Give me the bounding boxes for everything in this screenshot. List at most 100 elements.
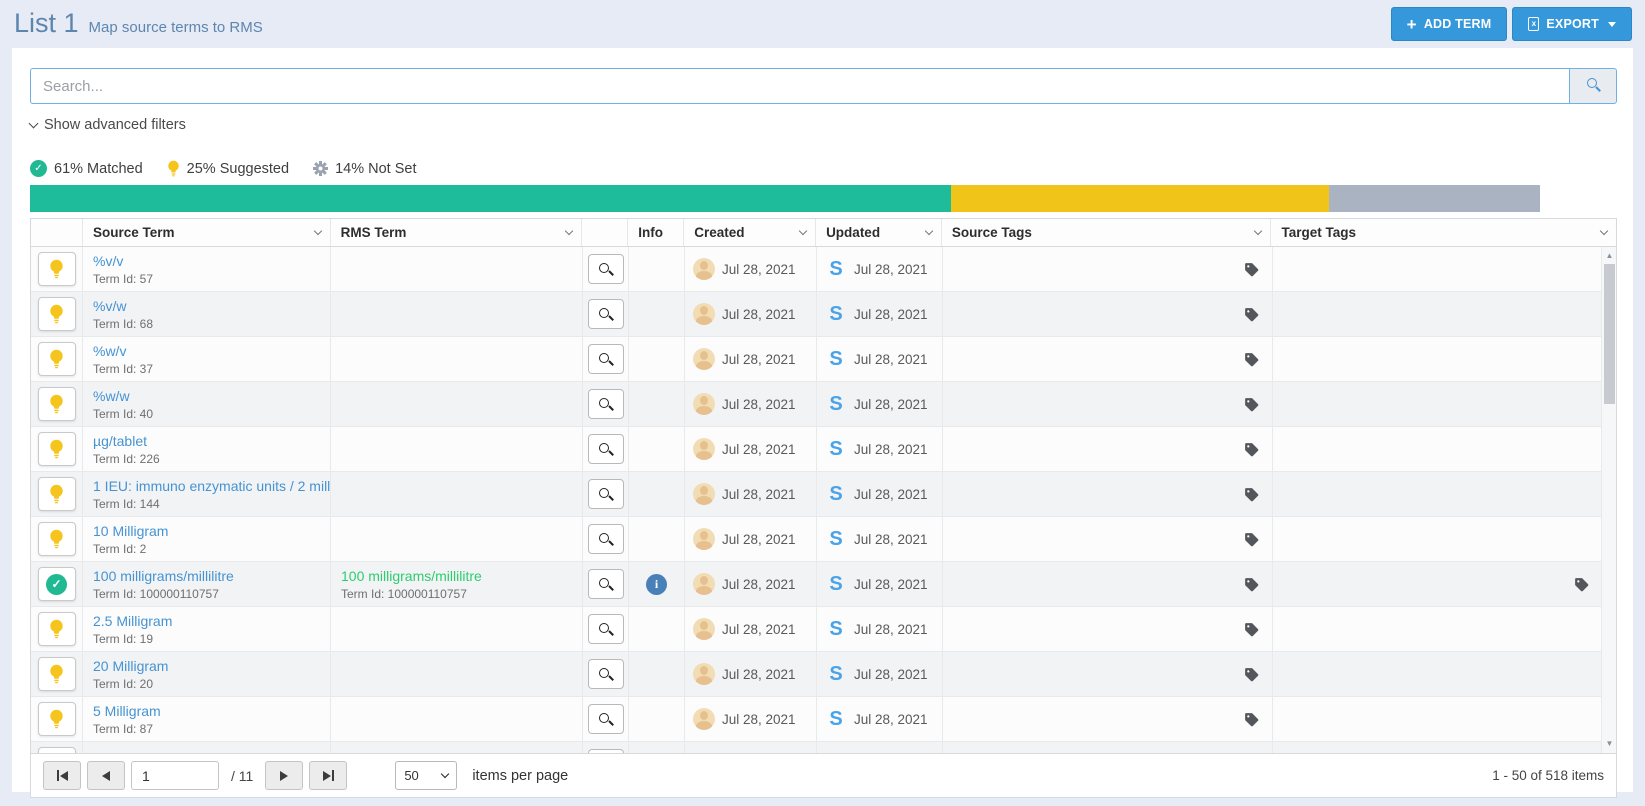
avatar-icon [693,483,715,505]
source-term-link[interactable]: 10 Milligram [93,523,168,539]
not-set-label: 14% Not Set [335,161,416,177]
status-button[interactable]: ✓ [38,657,76,691]
sort-chevron-icon[interactable] [1600,227,1608,235]
source-tag-icon[interactable] [1244,712,1259,727]
source-term-link[interactable]: %v/w [93,298,126,314]
source-tag-icon[interactable] [1244,577,1259,592]
source-tag-icon[interactable] [1244,262,1259,277]
title-row: List 1 Map source terms to RMS [14,8,1631,39]
sort-chevron-icon[interactable] [313,227,321,235]
header-source-term[interactable]: Source Term [83,219,331,246]
sort-chevron-icon[interactable] [565,227,573,235]
status-button[interactable]: ✓ [38,297,76,331]
lookup-button[interactable] [588,479,624,509]
avatar-icon [693,258,715,280]
lightbulb-icon [49,484,64,504]
updated-date: Jul 28, 2021 [854,667,928,682]
table-row: ✓ %v/v Term Id: 57 i Jul 28, 2021 S Jul … [31,247,1603,292]
status-button[interactable] [38,747,76,753]
scroll-up-icon[interactable]: ▲ [1602,249,1616,263]
chevron-down-icon [29,118,39,128]
status-button[interactable]: ✓ [38,432,76,466]
source-tag-icon[interactable] [1244,667,1259,682]
source-term-link[interactable]: µg/tablet [93,433,147,449]
vertical-scrollbar[interactable]: ▲ ▼ [1601,247,1616,753]
lightbulb-icon [49,439,64,459]
sort-chevron-icon[interactable] [799,227,807,235]
lookup-button[interactable] [588,434,624,464]
lookup-button[interactable] [588,704,624,734]
lookup-button[interactable] [588,749,624,753]
source-tag-icon[interactable] [1244,532,1259,547]
lookup-button[interactable] [588,569,624,599]
previous-page-button[interactable] [87,761,125,790]
lookup-button[interactable] [588,344,624,374]
created-date: Jul 28, 2021 [722,262,796,277]
source-term-link[interactable]: 1 IEU: immuno enzymatic units / 2 millil… [93,478,331,494]
header-source-tags[interactable]: Source Tags [942,219,1272,246]
source-term-link[interactable]: 2.5 Milligram [93,613,172,629]
info-icon[interactable]: i [646,574,667,595]
pagination-bar: / 11 50 items per page 1 - 50 of 518 ite… [31,753,1616,797]
page-subtitle: Map source terms to RMS [89,19,263,36]
status-button[interactable]: ✓ [38,252,76,286]
status-button[interactable]: ✓ [38,567,76,601]
source-term-link[interactable]: %v/v [93,253,123,269]
magnifier-icon [598,442,613,457]
lightbulb-icon [167,160,180,177]
source-term-link[interactable]: 20 Milligram [93,658,168,674]
source-tag-icon[interactable] [1244,442,1259,457]
status-button[interactable]: ✓ [38,612,76,646]
created-date: Jul 28, 2021 [722,532,796,547]
avatar-icon [693,348,715,370]
next-page-button[interactable] [265,761,303,790]
lookup-button[interactable] [588,299,624,329]
search-input[interactable] [30,68,1569,104]
header-rms-term[interactable]: RMS Term [331,219,583,246]
source-tag-icon[interactable] [1244,307,1259,322]
first-page-button[interactable] [43,761,81,790]
lookup-button[interactable] [588,254,624,284]
lookup-button[interactable] [588,524,624,554]
source-term-link[interactable]: 5 Milligram [93,703,161,719]
scroll-down-icon[interactable]: ▼ [1602,737,1616,751]
header-updated[interactable]: Updated [816,219,942,246]
header-lookup-column [582,219,628,246]
source-term-link[interactable]: 100 milligrams/millilitre [93,568,234,584]
sort-chevron-icon[interactable] [925,227,933,235]
status-button[interactable]: ✓ [38,342,76,376]
header-created[interactable]: Created [684,219,816,246]
page-number-input[interactable] [131,761,219,790]
progress-suggested [951,185,1329,212]
lookup-button[interactable] [588,614,624,644]
source-tag-icon[interactable] [1244,487,1259,502]
table-row: ✓ 1 IEU: immuno enzymatic units / 2 mill… [31,472,1603,517]
excel-file-icon: x [1528,17,1539,31]
source-tag-icon[interactable] [1244,352,1259,367]
table-header: Source Term RMS Term Info Created Update… [31,219,1616,247]
export-button[interactable]: x EXPORT [1512,7,1632,41]
page-size-select[interactable]: 50 [395,761,457,790]
status-button[interactable]: ✓ [38,477,76,511]
status-button[interactable]: ✓ [38,387,76,421]
source-term-link[interactable]: %w/v [93,343,126,359]
source-tag-icon[interactable] [1244,622,1259,637]
source-tag-icon[interactable] [1244,397,1259,412]
page-title: List 1 [14,8,79,39]
table-body: ✓ %v/v Term Id: 57 i Jul 28, 2021 S Jul … [31,247,1616,753]
status-button[interactable]: ✓ [38,702,76,736]
last-page-button[interactable] [309,761,347,790]
sort-chevron-icon[interactable] [1254,227,1262,235]
lookup-button[interactable] [588,659,624,689]
search-bar [30,68,1617,104]
advanced-filters-toggle[interactable]: Show advanced filters [30,117,260,133]
add-term-button[interactable]: + ADD TERM [1391,7,1508,41]
search-button[interactable] [1569,68,1617,104]
header-info: Info [628,219,684,246]
scrollbar-thumb[interactable] [1604,264,1615,404]
source-term-link[interactable]: %w/w [93,388,130,404]
header-target-tags[interactable]: Target Tags [1271,219,1616,246]
status-button[interactable]: ✓ [38,522,76,556]
target-tag-icon[interactable] [1574,577,1589,592]
lookup-button[interactable] [588,389,624,419]
